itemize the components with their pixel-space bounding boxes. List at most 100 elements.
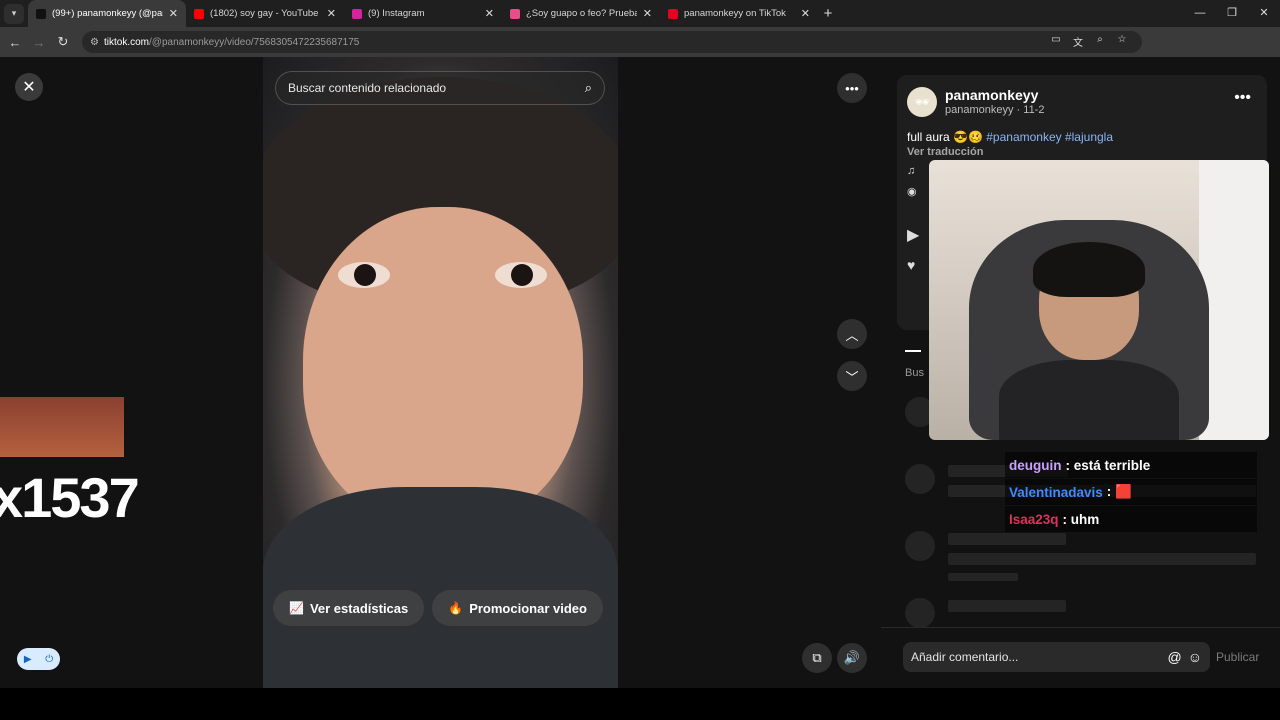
related-search-label: Bus (905, 367, 924, 379)
music-note-icon[interactable]: ♫ (907, 165, 915, 177)
volume-icon: 🔊 (843, 650, 861, 665)
tiktok-video-page: ✕ Buscar contenido relacionado ⌕ 📈 Ver e… (0, 57, 1280, 688)
streamer-webcam-overlay (929, 160, 1269, 440)
pinterest-favicon-icon (668, 8, 678, 19)
comment-placeholder: Añadir comentario... (911, 650, 1019, 664)
active-tab-indicator (905, 350, 921, 352)
restore-icon[interactable]: ❐ (1216, 0, 1248, 27)
effect-icon[interactable]: ◉ (907, 185, 917, 198)
site-info-icon[interactable]: ⚙ (90, 37, 104, 48)
tab-youtube[interactable]: (1802) soy gay - YouTube ✕ (186, 0, 344, 27)
chat-message: Valentinadavis : 🟥 (1005, 479, 1257, 505)
view-stats-label: Ver estadísticas (309, 600, 409, 616)
video-frame-eye (495, 262, 547, 288)
back-icon[interactable]: ← (3, 35, 27, 50)
chart-icon: 📈 (289, 601, 304, 615)
play-icon: ▶ (23, 653, 32, 665)
comment-skeleton-line (948, 533, 1066, 545)
tab-title: (9) Instagram (368, 8, 425, 19)
emote-combo-counter: x1537 (0, 466, 140, 529)
close-tab-icon[interactable]: ✕ (327, 7, 336, 20)
address-toolbar: ← → ↻ ⚙ tiktok.com/@panamonkeyy/video/75… (0, 27, 1280, 73)
chat-message: deuguin : está terrible (1005, 452, 1257, 478)
previous-video-button[interactable]: ︿ (837, 319, 867, 349)
browser-tab-bar: ▾ (99+) panamonkeyy (@panamo ✕ (1802) so… (0, 0, 1280, 27)
comment-skeleton-line (948, 600, 1066, 612)
author-avatar[interactable]: 🕶 (907, 87, 937, 117)
close-tab-icon[interactable]: ✕ (801, 7, 810, 20)
view-stats-button[interactable]: 📈 Ver estadísticas (273, 590, 425, 626)
reload-icon[interactable]: ↻ (51, 34, 75, 50)
video-frame-eye (338, 262, 390, 288)
tab-title: ¿Soy guapo o feo? Prueba de a (526, 8, 637, 19)
video-caption: full aura 😎🥴 #panamonkey #lajungla (907, 130, 1113, 144)
cast-icon[interactable]: ▭ (1048, 34, 1064, 49)
extension-badge[interactable]: ▶ ⏻ (17, 648, 60, 670)
play-count-icon: ▶ (907, 227, 920, 244)
tab-guapo-feo[interactable]: ¿Soy guapo o feo? Prueba de a ✕ (502, 0, 660, 27)
chat-username: Valentinadavis (1009, 484, 1103, 500)
forward-icon[interactable]: → (27, 35, 51, 50)
close-window-icon[interactable]: ✕ (1248, 0, 1280, 27)
publish-button[interactable]: Publicar (1216, 650, 1259, 664)
bottom-letterbox (0, 688, 1280, 720)
promote-video-label: Promocionar video (469, 600, 587, 616)
tab-title: (99+) panamonkeyy (@panamo (52, 8, 163, 19)
youtube-favicon-icon (194, 8, 204, 19)
screen: ▾ (99+) panamonkeyy (@panamo ✕ (1802) so… (0, 0, 1280, 720)
author-meta: panamonkeyy · 11-2 (945, 104, 1045, 116)
omnibox-actions: ▭ 文 ⌕ ☆ (1048, 34, 1130, 49)
tab-search-button[interactable]: ▾ (4, 3, 24, 24)
volume-button[interactable]: 🔊 (837, 643, 867, 673)
floating-player-button[interactable]: ⧉ (802, 643, 832, 673)
tab-instagram[interactable]: (9) Instagram ✕ (344, 0, 502, 27)
new-tab-button[interactable]: + (818, 5, 838, 22)
comment-composer: Añadir comentario... @ ☺ Publicar (881, 627, 1280, 688)
search-icon[interactable]: ⌕ (585, 80, 592, 96)
tiktok-favicon-icon (36, 8, 46, 19)
minimize-icon[interactable]: — (1184, 0, 1216, 27)
zoom-icon[interactable]: ⌕ (1092, 34, 1108, 49)
caption-hashtags[interactable]: #panamonkey #lajungla (986, 130, 1113, 144)
stream-emote-overlay (0, 397, 124, 457)
close-video-button[interactable]: ✕ (15, 73, 43, 101)
promote-video-button[interactable]: 🔥 Promocionar video (432, 590, 603, 626)
video-more-button[interactable]: ••• (837, 73, 867, 103)
see-translation-link[interactable]: Ver traducción (907, 146, 983, 158)
bookmark-star-icon[interactable]: ☆ (1114, 34, 1130, 49)
stream-chat-overlay: deuguin : está terrible Valentinadavis :… (1005, 452, 1257, 533)
url-path: /@panamonkeyy/video/7568305472235687175 (149, 36, 360, 48)
mention-icon[interactable]: @ (1167, 649, 1181, 665)
comment-skeleton-avatar (905, 531, 935, 561)
omnibox[interactable]: ⚙ tiktok.com/@panamonkeyy/video/75683054… (82, 31, 1142, 53)
close-tab-icon[interactable]: ✕ (643, 7, 652, 20)
comment-skeleton-line (948, 573, 1018, 581)
comment-skeleton-avatar (905, 598, 935, 628)
chat-text: : 🟥 (1106, 484, 1132, 499)
chat-text: : está terrible (1065, 457, 1151, 473)
pip-icon: ⧉ (812, 650, 822, 665)
author-name[interactable]: panamonkeyy (945, 87, 1038, 103)
webcam-body (999, 360, 1179, 440)
close-tab-icon[interactable]: ✕ (485, 7, 494, 20)
tab-tiktok-profile[interactable]: (99+) panamonkeyy (@panamo ✕ (28, 0, 186, 27)
close-tab-icon[interactable]: ✕ (169, 7, 178, 20)
chat-message: Isaa23q : uhm (1005, 506, 1257, 532)
more-dots-icon: ••• (845, 80, 859, 96)
video-player[interactable]: Buscar contenido relacionado ⌕ 📈 Ver est… (263, 57, 618, 688)
details-more-icon[interactable]: ••• (1234, 89, 1251, 107)
related-search-input[interactable]: Buscar contenido relacionado ⌕ (275, 71, 605, 105)
emoji-icon[interactable]: ☺ (1188, 649, 1202, 665)
comment-input[interactable]: Añadir comentario... @ ☺ (903, 642, 1210, 672)
tab-pinterest[interactable]: panamonkeyy on TikTok ✕ (660, 0, 818, 27)
chat-username: Isaa23q (1009, 511, 1059, 527)
translate-icon[interactable]: 文 (1070, 34, 1086, 49)
next-video-button[interactable]: ﹀ (837, 361, 867, 391)
chevron-up-icon: ︿ (845, 327, 859, 343)
video-frame-shirt (263, 487, 618, 688)
tab-title: (1802) soy gay - YouTube (210, 8, 319, 19)
window-controls: — ❐ ✕ (1184, 0, 1280, 27)
like-heart-icon[interactable]: ♥ (907, 257, 915, 273)
webcam-shelf (1199, 160, 1269, 440)
video-side-panel: 🕶 panamonkeyy panamonkeyy · 11-2 ••• ful… (881, 57, 1280, 688)
